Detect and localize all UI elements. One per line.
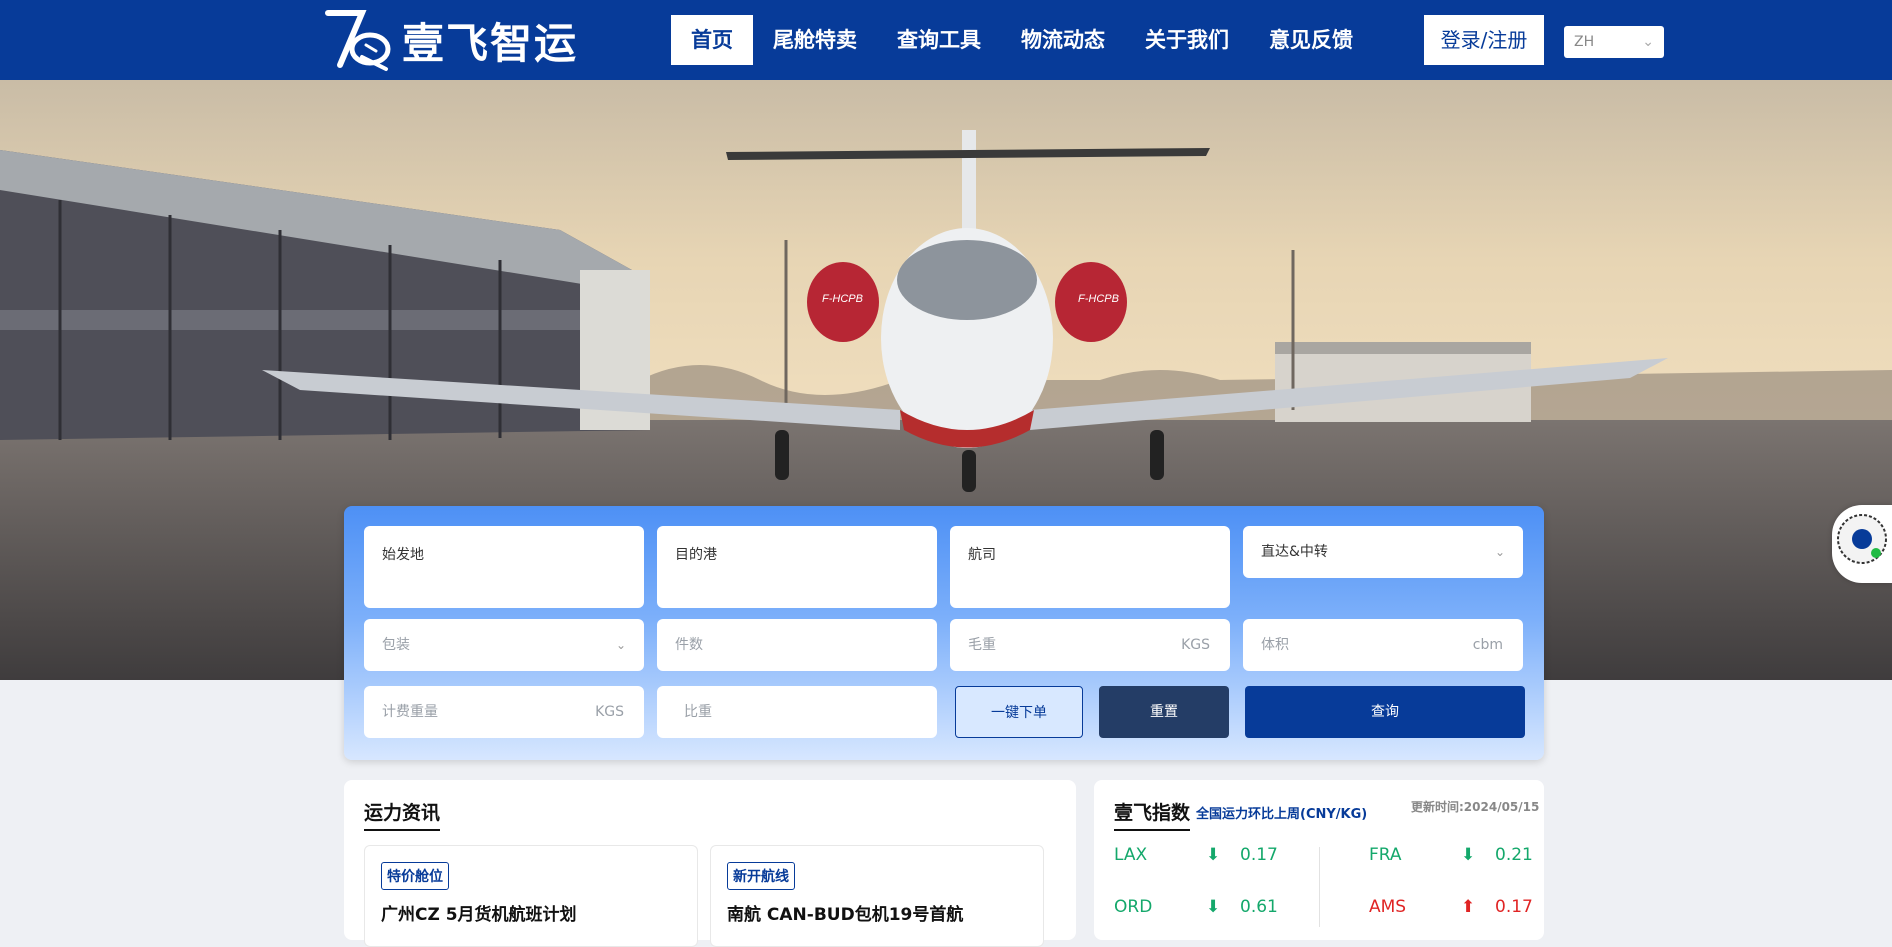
freight-search-panel: 始发地 目的港 航司 直达&中转 ⌄ 包装 ⌄ 件数 毛重 KGS 体积 cbm…	[344, 506, 1544, 760]
nav-logistics-news[interactable]: 物流动态	[1001, 15, 1125, 65]
qr-code-icon	[1837, 514, 1887, 564]
arrow-down-icon: ⬇	[1206, 845, 1221, 865]
package-select[interactable]: 包装 ⌄	[364, 619, 644, 671]
nav-feedback[interactable]: 意见反馈	[1249, 15, 1373, 65]
chargeable-weight-placeholder: 计费重量	[382, 704, 438, 720]
capacity-news-title: 运力资讯	[364, 798, 441, 831]
chargeable-weight-input[interactable]: 计费重量 KGS	[364, 686, 644, 738]
origin-label: 始发地	[382, 547, 424, 563]
arrow-up-icon: ⬆	[1461, 897, 1476, 917]
news-title: 南航 CAN-BUD包机19号首航	[727, 905, 964, 925]
top-header: 壹飞智运 首页 尾舱特卖 查询工具 物流动态 关于我们 意见反馈 登录/注册 Z…	[0, 0, 1892, 80]
index-updated-time: 更新时间:2024/05/15	[1411, 800, 1540, 814]
news-title: 广州CZ 5月货机航班计划	[381, 905, 577, 925]
density-input[interactable]: 比重	[657, 686, 937, 738]
gross-weight-placeholder: 毛重	[968, 637, 996, 653]
index-code: AMS	[1369, 897, 1407, 917]
reset-button[interactable]: 重置	[1099, 686, 1229, 738]
engine-registration-right: F-HCPB	[1078, 293, 1119, 305]
news-tag: 新开航线	[727, 862, 795, 890]
pieces-input[interactable]: 件数	[657, 619, 937, 671]
language-select[interactable]: ZH ⌄	[1564, 26, 1664, 58]
gross-weight-unit: KGS	[1181, 637, 1210, 653]
index-subtitle: 全国运力环比上周(CNY/KG)	[1196, 807, 1368, 822]
volume-placeholder: 体积	[1261, 637, 1289, 653]
chargeable-weight-unit: KGS	[595, 704, 624, 720]
index-value: 0.17	[1240, 845, 1278, 865]
login-register-button[interactable]: 登录/注册	[1424, 15, 1544, 65]
route-type-value: 直达&中转	[1261, 544, 1328, 560]
airline-input[interactable]: 航司	[950, 526, 1230, 608]
engine-registration-left: F-HCPB	[822, 293, 863, 305]
volume-input[interactable]: 体积 cbm	[1243, 619, 1523, 671]
volume-unit: cbm	[1472, 637, 1503, 653]
index-code: FRA	[1369, 845, 1402, 865]
main-nav: 首页 尾舱特卖 查询工具 物流动态 关于我们 意见反馈	[671, 15, 1373, 65]
query-button[interactable]: 查询	[1245, 686, 1525, 738]
index-value: 0.17	[1495, 897, 1533, 917]
index-code: LAX	[1114, 845, 1148, 865]
destination-input[interactable]: 目的港	[657, 526, 937, 608]
nav-home[interactable]: 首页	[671, 15, 753, 65]
chevron-down-icon: ⌄	[615, 638, 626, 652]
brand-logo[interactable]: 壹飞智运	[322, 4, 578, 76]
destination-label: 目的港	[675, 547, 717, 563]
news-tag: 特价舱位	[381, 862, 449, 890]
index-value: 0.61	[1240, 897, 1278, 917]
gross-weight-input[interactable]: 毛重 KGS	[950, 619, 1230, 671]
qr-code-widget[interactable]	[1832, 505, 1892, 583]
index-row-ams: AMS ⬆ 0.17	[1369, 897, 1533, 917]
quick-order-button[interactable]: 一键下单	[955, 686, 1083, 738]
chevron-down-icon: ⌄	[1494, 545, 1505, 559]
brand-name: 壹飞智运	[402, 18, 579, 68]
package-placeholder: 包装	[382, 637, 410, 653]
language-value: ZH	[1574, 34, 1595, 50]
index-value: 0.21	[1495, 845, 1533, 865]
pieces-placeholder: 件数	[675, 637, 703, 653]
arrow-down-icon: ⬇	[1461, 845, 1476, 865]
index-row-ord: ORD ⬇ 0.61	[1114, 897, 1278, 917]
nav-about-us[interactable]: 关于我们	[1125, 15, 1249, 65]
chevron-down-icon: ⌄	[1642, 34, 1654, 50]
airline-label: 航司	[968, 547, 996, 563]
index-row-lax: LAX ⬇ 0.17	[1114, 845, 1278, 865]
index-title: 壹飞指数	[1114, 798, 1191, 831]
arrow-down-icon: ⬇	[1206, 897, 1221, 917]
logo-icon	[325, 10, 391, 71]
index-row-fra: FRA ⬇ 0.21	[1369, 845, 1533, 865]
index-code: ORD	[1114, 897, 1153, 917]
nav-query-tools[interactable]: 查询工具	[877, 15, 1001, 65]
route-type-select[interactable]: 直达&中转 ⌄	[1243, 526, 1523, 578]
origin-input[interactable]: 始发地	[364, 526, 644, 608]
nav-tail-cabin-sale[interactable]: 尾舱特卖	[753, 15, 877, 65]
density-placeholder: 比重	[684, 704, 712, 720]
index-divider	[1319, 847, 1320, 927]
